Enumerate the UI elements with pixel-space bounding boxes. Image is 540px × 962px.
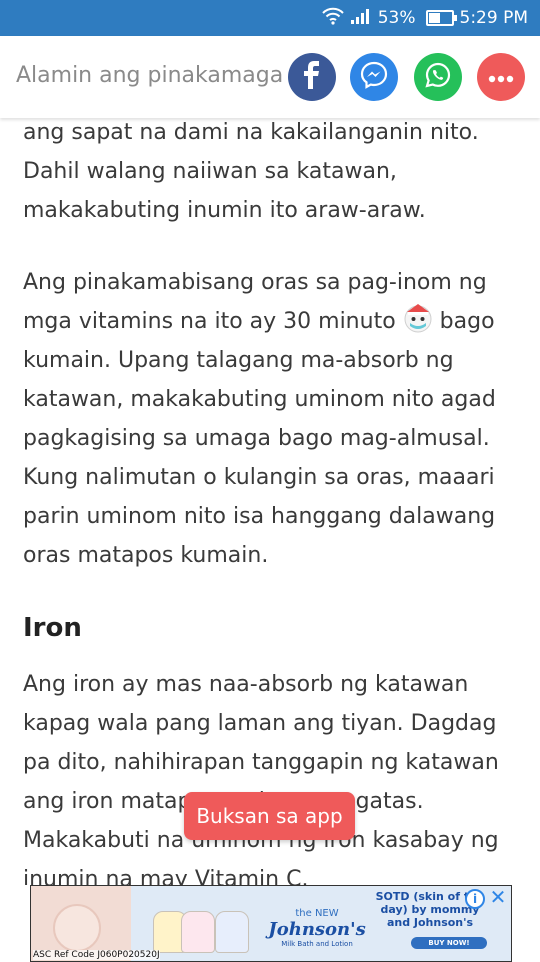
article-paragraph: Ang iron ay mas naa-absorb ng katawan ka…	[23, 672, 499, 885]
masked-face-emoji-icon	[402, 302, 434, 334]
section-heading-iron: Iron	[23, 613, 82, 643]
messenger-share-button[interactable]	[350, 53, 398, 101]
battery-icon	[425, 10, 457, 26]
status-icons: 53% 5:29 PM	[321, 0, 529, 36]
wifi-icon	[321, 7, 344, 30]
ad-banner[interactable]: the NEW Johnson's Milk Bath and Lotion S…	[30, 885, 512, 962]
messenger-icon	[360, 61, 388, 93]
ad-brand-sub: Milk Bath and Lotion	[281, 940, 353, 948]
open-in-app-button[interactable]: Buksan sa app	[184, 792, 355, 840]
article-paragraph: Ang pinakamabisang oras sa pag-inom ng m…	[23, 263, 518, 575]
signal-icon	[350, 8, 372, 29]
facebook-share-button[interactable]	[288, 53, 336, 101]
ad-brand-name: Johnson's	[268, 919, 366, 940]
status-bar: 53% 5:29 PM	[0, 0, 540, 36]
battery-percent: 53%	[377, 8, 416, 28]
paragraph-text: bago kumain. Upang talagang ma-absorb ng…	[23, 309, 496, 568]
ad-close-icon[interactable]: ✕	[489, 887, 507, 907]
ad-ref-code: ASC Ref Code J060P020520J	[33, 950, 160, 960]
article-title[interactable]: Alamin ang pinakamaga	[16, 63, 284, 88]
ad-product-bottle	[215, 911, 249, 953]
more-icon	[488, 68, 514, 87]
ad-brand-new: the NEW	[295, 908, 339, 919]
ad-buy-now-button[interactable]: BUY NOW!	[411, 937, 487, 949]
ad-product-bottle	[181, 911, 215, 953]
article-content[interactable]: ng katawan. Kinukuha lamang ng katawan a…	[0, 95, 540, 885]
facebook-icon	[303, 60, 321, 94]
more-share-button[interactable]	[477, 53, 525, 101]
whatsapp-icon	[424, 61, 452, 93]
article-header: Alamin ang pinakamaga	[0, 36, 540, 118]
ad-info-icon[interactable]: i	[465, 889, 485, 909]
whatsapp-share-button[interactable]	[414, 53, 462, 101]
battery-fill	[428, 13, 440, 23]
clock: 5:29 PM	[459, 8, 529, 28]
ad-baby-image	[53, 904, 101, 952]
ad-brand-logo: the NEW Johnson's Milk Bath and Lotion	[267, 908, 367, 948]
